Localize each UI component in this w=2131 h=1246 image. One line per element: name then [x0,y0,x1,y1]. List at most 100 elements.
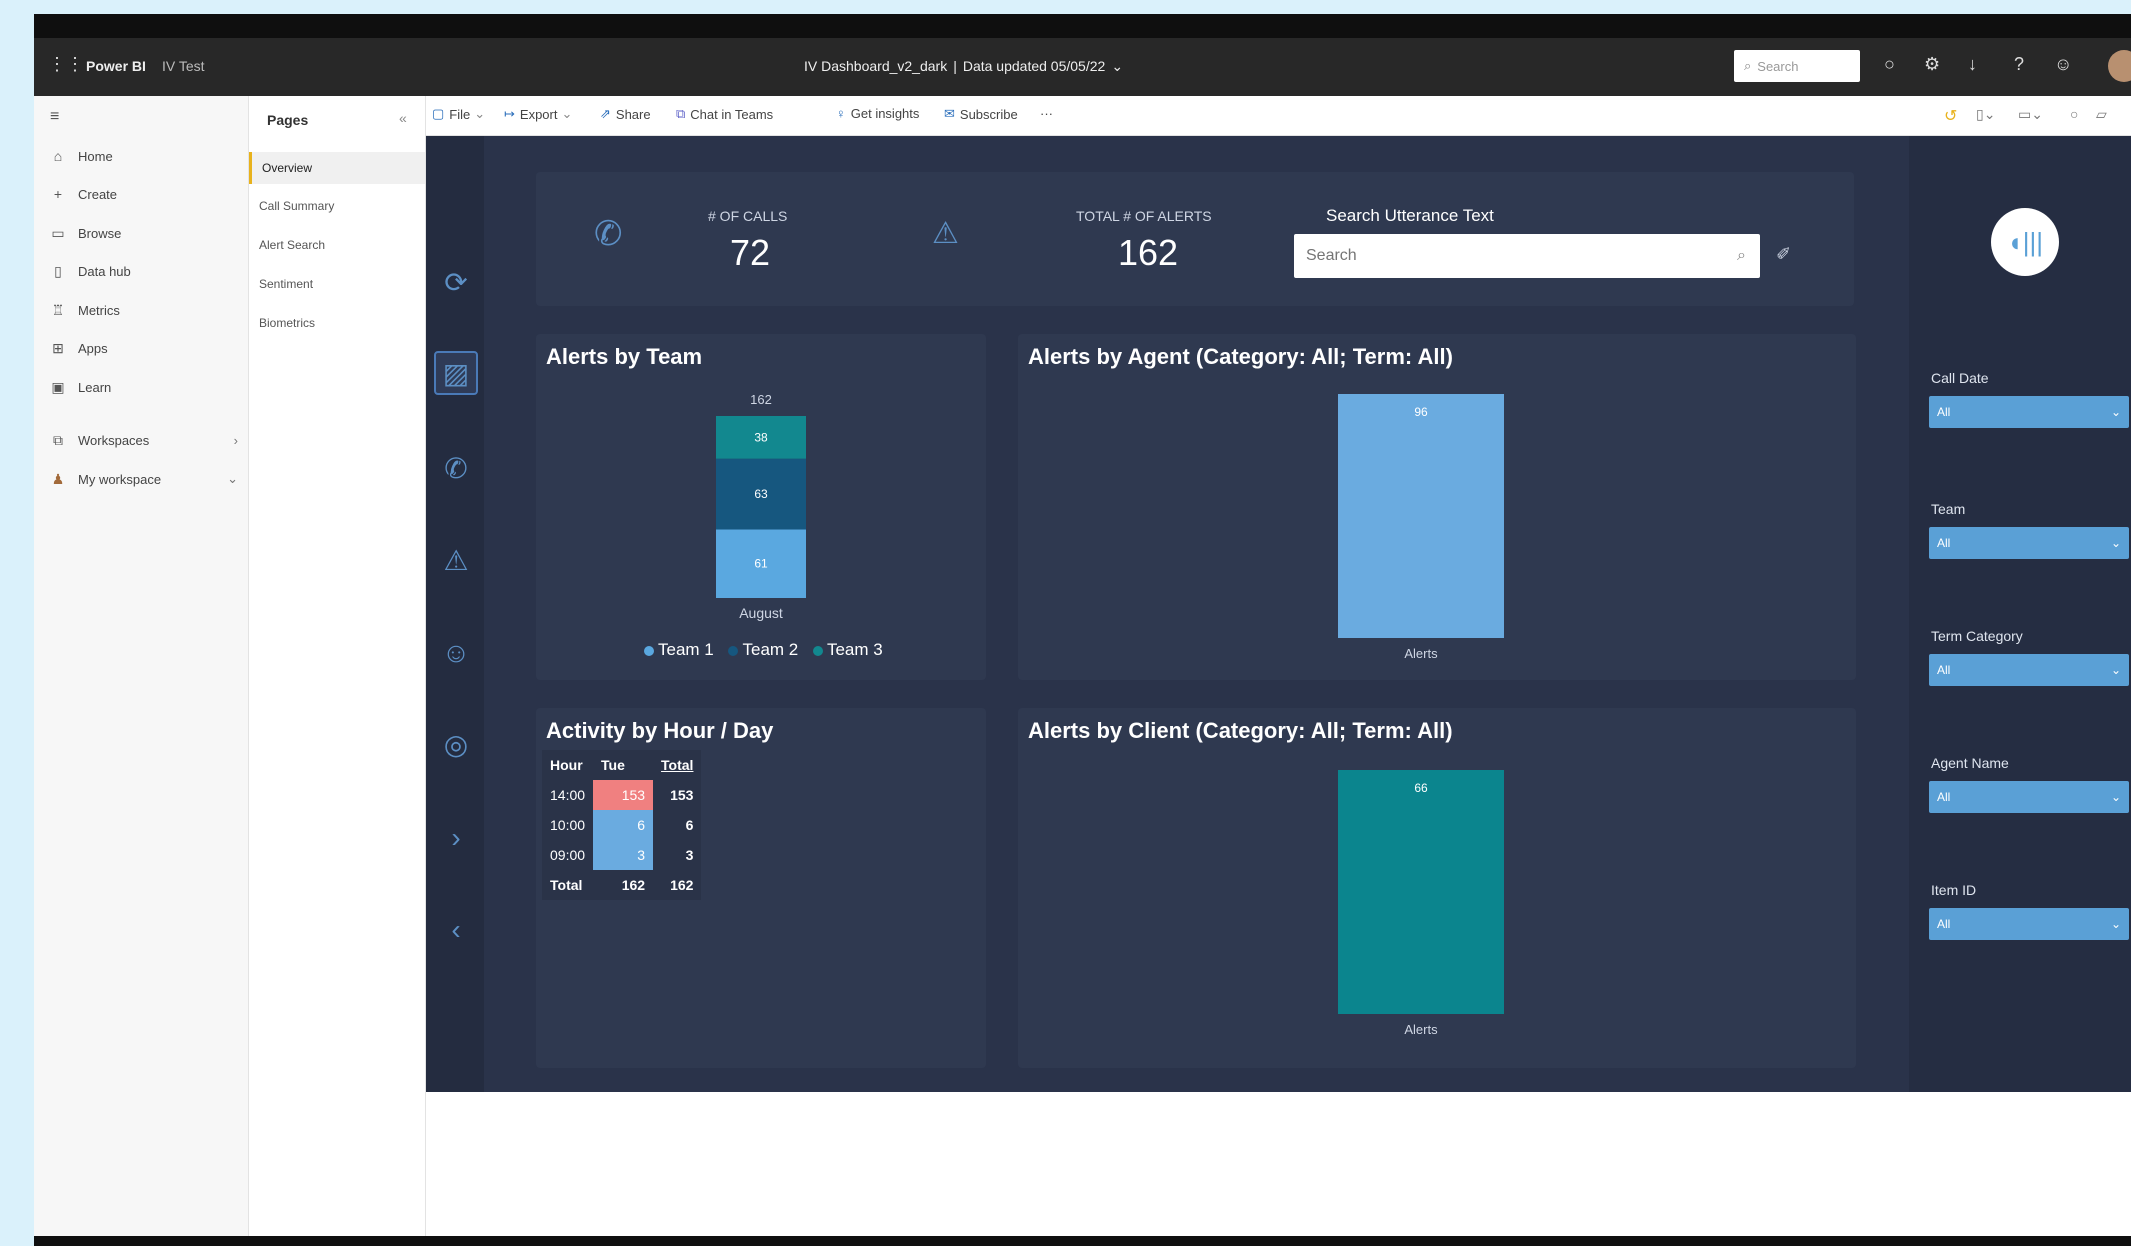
insights-label: Get insights [850,106,920,121]
search-icon[interactable]: ⌕ [1737,247,1746,265]
chevron-right-icon[interactable]: › [434,816,478,860]
alerts-value: 162 [1118,232,1179,273]
comment-icon[interactable]: ▱ [2096,106,2107,123]
utterance-search-box[interactable]: ⌕ [1294,234,1760,278]
chevron-down-icon: ⌄ [2110,790,2121,804]
nav-item-home[interactable]: ⌂ Home [48,144,113,168]
chart-icon[interactable]: ▨ [434,351,478,395]
hour-cell: 09:00 [550,847,586,863]
left-navigation: ≡ ⌂ Home + Create ▭ Browse ▯ Data hub ♖ Metri… [34,96,249,1236]
eraser-icon[interactable]: ✐ [1776,244,1791,265]
collapse-pane-icon[interactable]: « [399,110,407,126]
nav-item-label: Workspaces [78,432,150,448]
legend-item[interactable]: Team 1 [644,640,714,659]
bottom-edge [34,1236,2131,1246]
phone-icon[interactable]: ✆ [434,446,478,490]
total-cell: 3 [685,847,694,863]
page-sentiment[interactable]: Sentiment [249,268,425,300]
app-name[interactable]: Power BI [86,58,146,74]
term-category-dropdown[interactable]: All ⌄ [1929,654,2129,686]
gear-icon[interactable]: ⚙ [1924,54,1940,75]
view-icon[interactable]: ▭⌄ [2018,106,2043,123]
share-button[interactable]: ⇗ Share [600,106,651,122]
hour-cell: 14:00 [550,787,586,803]
workspace-name[interactable]: IV Test [162,58,205,74]
plus-icon: + [53,186,63,202]
more-options-button[interactable]: ··· [1040,106,1053,121]
alert-icon: ⚠ [932,217,959,250]
call-date-dropdown[interactable]: All ⌄ [1929,396,2129,428]
refresh-icon[interactable]: ○ [2070,106,2078,122]
help-icon[interactable]: ? [2014,54,2024,75]
icon-rail: ⟳ ▨ ✆ ⚠ ☺ ◎ › ‹ [426,136,484,1092]
dropdown-value: All [1937,917,1951,931]
subscribe-button[interactable]: ✉ Subscribe [944,106,1018,122]
heat-cell[interactable]: 3 [593,840,654,870]
nav-item-data-hub[interactable]: ▯ Data hub [48,259,131,283]
filter-label: Team [1931,501,1966,517]
data-label: 96 [1414,405,1428,419]
download-icon[interactable]: ↓ [1968,54,1977,75]
nav-item-workspaces[interactable]: ⧉ Workspaces › [48,428,238,452]
agent-name-dropdown[interactable]: All ⌄ [1929,781,2129,813]
hour-cell: 10:00 [550,817,586,833]
chat-in-teams-button[interactable]: ⧉ Chat in Teams [676,106,773,122]
nav-item-metrics[interactable]: ♖ Metrics [48,298,120,322]
heat-cell[interactable]: 6 [593,810,654,840]
top-edge [34,14,2131,38]
nav-item-learn[interactable]: ▣ Learn [48,375,111,399]
matrix-row: 09:00 3 3 [542,840,701,870]
reset-icon[interactable]: ↺ [1944,106,1957,126]
alert-icon[interactable]: ⚠ [434,538,478,582]
matrix-header[interactable]: Hour [542,750,593,780]
page-biometrics[interactable]: Biometrics [249,307,425,339]
matrix-header[interactable]: Total [653,750,701,780]
workspaces-icon: ⧉ [53,431,63,448]
chevron-down-icon: ⌄ [474,106,486,121]
chevron-down-icon: ⌄ [227,471,238,486]
bell-icon[interactable]: ○ [1884,54,1895,75]
nav-item-label: My workspace [78,471,162,487]
chevron-down-icon: ⌄ [2110,917,2121,931]
nav-item-label: Apps [78,340,108,356]
legend-item[interactable]: Team 2 [728,640,798,659]
card-title: Activity by Hour / Day [546,718,774,743]
activity-matrix: Hour Tue Total 14:00 153 153 10:00 6 6 0… [542,750,702,900]
hamburger-icon[interactable]: ≡ [50,108,59,126]
nav-item-my-workspace[interactable]: ♟ My workspace ⌄ [48,467,238,491]
avatar[interactable] [2108,50,2131,82]
nav-item-create[interactable]: + Create [48,182,117,206]
page-overview[interactable]: Overview [249,152,425,184]
export-menu[interactable]: ↦ Export ⌄ [504,106,572,122]
get-insights-button[interactable]: ♀ Get insights [836,106,919,121]
calls-value: 72 [730,232,771,273]
feedback-icon[interactable]: ☺ [2054,54,2072,75]
app-launcher-icon[interactable]: ⋮⋮ [48,54,84,75]
person-icon: ♟ [51,470,65,487]
global-search[interactable]: ⌕ Search [1734,50,1860,82]
report-title-group[interactable]: IV Dashboard_v2_dark | Data updated 05/0… [804,58,1123,75]
matrix-header[interactable]: Tue [593,750,653,780]
title-separator: | [953,58,957,74]
team-dropdown[interactable]: All ⌄ [1929,527,2129,559]
file-menu[interactable]: ▢ File ⌄ [432,106,485,122]
nav-item-apps[interactable]: ⊞ Apps [48,336,108,360]
legend-item[interactable]: Team 3 [812,640,883,659]
bookmark-icon[interactable]: ▯⌄ [1976,106,1995,123]
book-icon: ▣ [51,378,65,395]
fingerprint-icon[interactable]: ◎ [434,722,478,766]
report-toolbar: ▢ File ⌄ ↦ Export ⌄ ⇗ Share ⧉ Chat in Teams ♀ G… [426,96,2131,136]
smile-icon[interactable]: ☺ [434,631,478,675]
utterance-search-input[interactable] [1294,247,1738,265]
page-call-summary[interactable]: Call Summary [249,190,425,222]
nav-item-browse[interactable]: ▭ Browse [48,221,121,245]
heat-cell[interactable]: 153 [593,780,654,810]
refresh-icon[interactable]: ⟳ [434,260,478,304]
page-alert-search[interactable]: Alert Search [249,229,425,261]
chevron-down-icon[interactable]: ⌄ [1111,58,1123,75]
legend-label: Team 3 [826,640,883,659]
chevron-left-icon[interactable]: ‹ [434,908,478,952]
item-id-dropdown[interactable]: All ⌄ [1929,908,2129,940]
calls-label: # OF CALLS [708,208,788,224]
alerts-by-client-chart: 66 Alerts [1338,770,1504,1037]
